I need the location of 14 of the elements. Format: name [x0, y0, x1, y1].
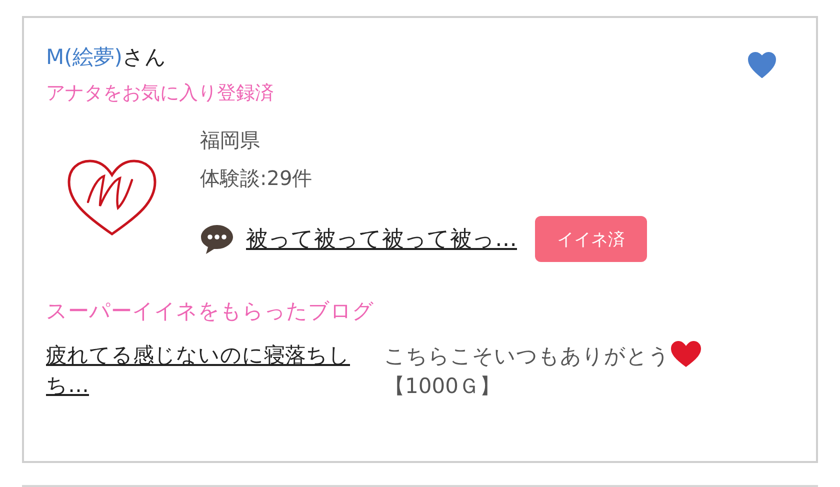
favorite-status: アナタをお気に入り登録済: [46, 81, 274, 106]
blog-title-link[interactable]: 疲れてる感じないのに寝落ちしち…: [46, 340, 358, 401]
thank-you-message: こちらこそいつもありがとう: [384, 344, 670, 368]
points-text: 【1000Ｇ】: [384, 374, 500, 398]
heart-logo-icon: [68, 160, 156, 236]
heart-icon: [671, 341, 701, 367]
speech-bubble-icon: [201, 225, 233, 254]
latest-post-link[interactable]: 被って被って被って被っ…: [246, 224, 517, 254]
heart-icon[interactable]: [748, 52, 776, 78]
section-title: スーパーイイネをもらったブログ: [46, 298, 375, 325]
review-count: 体験談:29件: [200, 165, 314, 192]
user-name-link[interactable]: M(絵夢): [46, 45, 123, 69]
honorific: さん: [122, 45, 167, 69]
prefecture: 福岡県: [200, 127, 261, 154]
